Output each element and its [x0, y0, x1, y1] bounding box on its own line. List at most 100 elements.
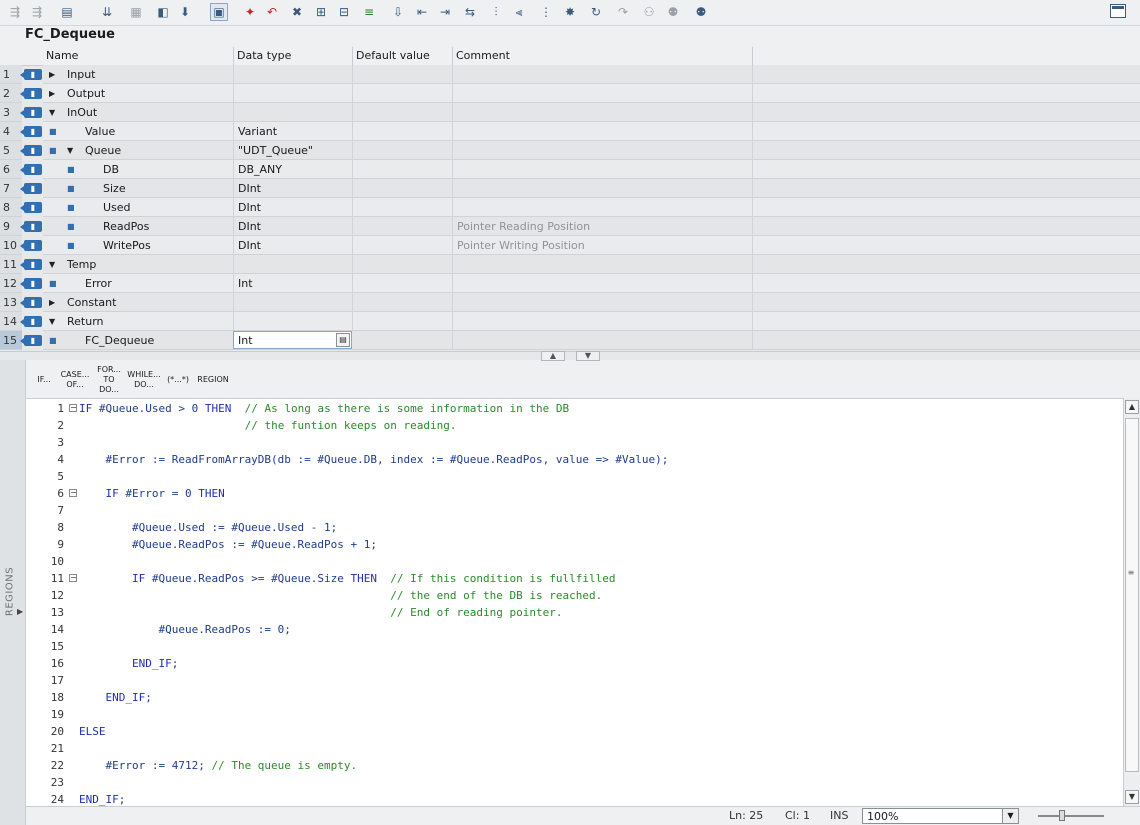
cell-comment[interactable]	[453, 65, 753, 84]
delete-row-icon[interactable]: ▦	[127, 3, 145, 21]
cell-data-type[interactable]: Int	[234, 274, 353, 293]
monitor-icon[interactable]: ◧	[154, 3, 172, 21]
chevron-down-icon[interactable]: ▼	[1002, 809, 1018, 823]
cell-comment[interactable]	[453, 331, 753, 350]
interface-row[interactable]: 2 ▮ ▶ Output	[0, 84, 1140, 103]
splitter-down-arrow-icon[interactable]: ▼	[576, 351, 600, 361]
watch-table-icon[interactable]: ⚉	[664, 3, 682, 21]
for-instruction-button[interactable]: FOR... TO DO...	[94, 365, 124, 394]
insert-row-icon[interactable]: ▤	[58, 3, 76, 21]
interface-row[interactable]: 6 ▮ ■ DB DB_ANY	[0, 160, 1140, 179]
cell-default-value[interactable]	[353, 103, 453, 122]
cell-name[interactable]: ■ DB	[43, 160, 234, 179]
code-line[interactable]: 5	[26, 468, 1123, 485]
outdent-icon[interactable]: ⇥	[436, 3, 454, 21]
error-prev-icon[interactable]: ↶	[263, 3, 281, 21]
cell-default-value[interactable]	[353, 312, 453, 331]
call-icon[interactable]: ✸	[561, 3, 579, 21]
bookmark-next-icon[interactable]: ⊟	[335, 3, 353, 21]
watch-icon[interactable]: ⚇	[640, 3, 658, 21]
region-instruction-button[interactable]: REGION	[195, 367, 231, 393]
code-line[interactable]: 6− IF #Error = 0 THEN	[26, 485, 1123, 502]
scroll-down-icon[interactable]: ▼	[1125, 790, 1139, 804]
goto-icon[interactable]: ↷	[614, 3, 632, 21]
collapse-arrow-icon[interactable]: ▼	[67, 141, 73, 160]
collapse-arrow-icon[interactable]: ▼	[49, 255, 55, 274]
data-type-picker-icon[interactable]: ▤	[336, 333, 350, 347]
window-layout-icon[interactable]	[1110, 4, 1126, 18]
code-line[interactable]: 1− IF #Queue.Used > 0 THEN // As long as …	[26, 400, 1123, 417]
code-line[interactable]: 18 END_IF;	[26, 689, 1123, 706]
cell-comment[interactable]	[453, 179, 753, 198]
cell-data-type[interactable]	[234, 103, 353, 122]
interface-row[interactable]: 1 ▮ ▶ Input	[0, 65, 1140, 84]
comment-icon[interactable]: ≡	[360, 3, 378, 21]
code-line[interactable]: 9 #Queue.ReadPos := #Queue.ReadPos + 1;	[26, 536, 1123, 553]
cell-default-value[interactable]	[353, 293, 453, 312]
cell-name[interactable]: ■ Value	[43, 122, 234, 141]
new-line-icon[interactable]: ⋮	[537, 3, 555, 21]
cell-comment[interactable]: Pointer Writing Position	[453, 236, 753, 255]
cell-comment[interactable]	[453, 198, 753, 217]
interface-row[interactable]: 11 ▮ ▼ Temp	[0, 255, 1140, 274]
interface-row[interactable]: 15 ▮ ■ FC_Dequeue Int ▤	[0, 331, 1140, 350]
expand-arrow-icon[interactable]: ▶	[49, 65, 55, 84]
absolute-icon[interactable]: ⇩	[389, 3, 407, 21]
interface-row[interactable]: 3 ▮ ▼ InOut	[0, 103, 1140, 122]
cell-data-type[interactable]	[234, 293, 353, 312]
splitter-up-arrow-icon[interactable]: ▲	[541, 351, 565, 361]
collapse-arrow-icon[interactable]: ▼	[49, 312, 55, 331]
cell-name[interactable]: ▶ Input	[43, 65, 234, 84]
data-type-input[interactable]: Int ▤	[233, 331, 352, 349]
regions-panel[interactable]: REGIONS ▶	[0, 360, 26, 825]
code-line[interactable]: 3	[26, 434, 1123, 451]
cell-comment[interactable]	[453, 84, 753, 103]
zoom-slider-knob[interactable]	[1059, 810, 1065, 821]
cell-name[interactable]: ■ Used	[43, 198, 234, 217]
cell-name[interactable]: ▼ ■ Queue	[43, 141, 234, 160]
scl-code-editor[interactable]: 1− IF #Queue.Used > 0 THEN // As long as …	[26, 398, 1123, 807]
expand-arrow-icon[interactable]: ▶	[49, 84, 55, 103]
interface-row[interactable]: 5 ▮ ▼ ■ Queue "UDT_Queue"	[0, 141, 1140, 160]
column-header-default-value[interactable]: Default value	[353, 47, 453, 65]
cell-name[interactable]: ■ Error	[43, 274, 234, 293]
collapse-arrow-icon[interactable]: ▼	[49, 103, 55, 122]
interface-row[interactable]: 7 ▮ ■ Size DInt	[0, 179, 1140, 198]
cell-name[interactable]: ■ WritePos	[43, 236, 234, 255]
code-line[interactable]: 13 // End of reading pointer.	[26, 604, 1123, 621]
code-line[interactable]: 12 // the end of the DB is reached.	[26, 587, 1123, 604]
cell-comment[interactable]	[453, 160, 753, 179]
code-line[interactable]: 20 ELSE	[26, 723, 1123, 740]
cell-data-type[interactable]: Variant	[234, 122, 353, 141]
column-header-comment[interactable]: Comment	[453, 47, 753, 65]
cell-default-value[interactable]	[353, 274, 453, 293]
cell-comment[interactable]: Pointer Reading Position	[453, 217, 753, 236]
case-instruction-button[interactable]: CASE... OF...	[59, 367, 91, 393]
cell-name[interactable]: ■ ReadPos	[43, 217, 234, 236]
while-instruction-button[interactable]: WHILE... DO...	[127, 367, 161, 393]
editor-vertical-scrollbar[interactable]: ▲ ≡ ▼	[1123, 398, 1140, 806]
jump-icon[interactable]: ↻	[587, 3, 605, 21]
code-line[interactable]: 11− IF #Queue.ReadPos >= #Queue.Size THE…	[26, 570, 1123, 587]
cell-data-type[interactable]: DInt	[234, 236, 353, 255]
scroll-up-icon[interactable]: ▲	[1125, 400, 1139, 414]
cell-comment[interactable]	[453, 274, 753, 293]
cell-data-type[interactable]	[234, 255, 353, 274]
cell-comment[interactable]	[453, 141, 753, 160]
code-line[interactable]: 23	[26, 774, 1123, 791]
cell-data-type[interactable]: DInt	[234, 179, 353, 198]
collapse-icon[interactable]: ⫷	[510, 3, 528, 21]
comment-instruction-button[interactable]: (*...*)	[163, 367, 193, 393]
cell-default-value[interactable]	[353, 217, 453, 236]
code-line[interactable]: 15	[26, 638, 1123, 655]
indent-icon[interactable]: ⇤	[413, 3, 431, 21]
code-line[interactable]: 10	[26, 553, 1123, 570]
cell-comment[interactable]	[453, 122, 753, 141]
cell-default-value[interactable]	[353, 65, 453, 84]
interface-row[interactable]: 10 ▮ ■ WritePos DInt Pointer Writing Position	[0, 236, 1140, 255]
cell-data-type[interactable]: DInt	[234, 217, 353, 236]
cell-default-value[interactable]	[353, 198, 453, 217]
zoom-select[interactable]: 100% ▼	[862, 808, 1019, 824]
download-icon[interactable]: ⬇	[176, 3, 194, 21]
cell-default-value[interactable]	[353, 179, 453, 198]
